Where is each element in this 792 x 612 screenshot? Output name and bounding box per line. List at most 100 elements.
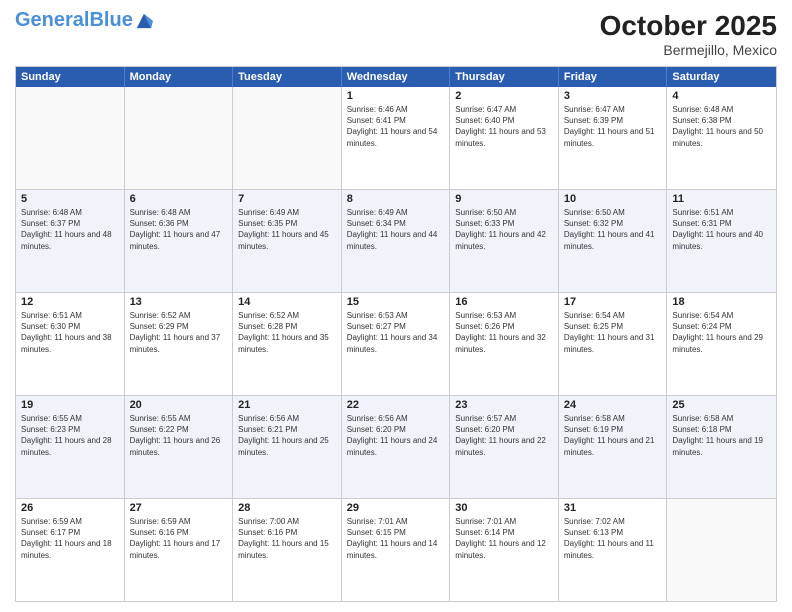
daylight-text: Daylight: 11 hours and 28 minutes. (21, 435, 119, 457)
day-number: 12 (21, 296, 119, 308)
day-number: 2 (455, 90, 553, 102)
daylight-text: Daylight: 11 hours and 53 minutes. (455, 126, 553, 148)
calendar-cell: 25Sunrise: 6:58 AMSunset: 6:18 PMDayligh… (667, 396, 776, 498)
daylight-text: Daylight: 11 hours and 15 minutes. (238, 538, 336, 560)
day-number: 9 (455, 193, 553, 205)
daylight-text: Daylight: 11 hours and 35 minutes. (238, 332, 336, 354)
daylight-text: Daylight: 11 hours and 40 minutes. (672, 229, 771, 251)
sunset-text: Sunset: 6:32 PM (564, 218, 662, 229)
sunrise-text: Sunrise: 6:48 AM (130, 207, 228, 218)
sunrise-text: Sunrise: 6:49 AM (347, 207, 445, 218)
logo-icon (135, 11, 153, 29)
header-sunday: Sunday (16, 67, 125, 87)
sunrise-text: Sunrise: 7:02 AM (564, 516, 662, 527)
day-number: 5 (21, 193, 119, 205)
daylight-text: Daylight: 11 hours and 45 minutes. (238, 229, 336, 251)
sunset-text: Sunset: 6:34 PM (347, 218, 445, 229)
sunrise-text: Sunrise: 6:53 AM (347, 310, 445, 321)
day-number: 30 (455, 502, 553, 514)
sunrise-text: Sunrise: 6:46 AM (347, 104, 445, 115)
day-number: 7 (238, 193, 336, 205)
daylight-text: Daylight: 11 hours and 44 minutes. (347, 229, 445, 251)
sunrise-text: Sunrise: 7:00 AM (238, 516, 336, 527)
calendar-cell: 16Sunrise: 6:53 AMSunset: 6:26 PMDayligh… (450, 293, 559, 395)
day-number: 25 (672, 399, 771, 411)
daylight-text: Daylight: 11 hours and 51 minutes. (564, 126, 662, 148)
daylight-text: Daylight: 11 hours and 18 minutes. (21, 538, 119, 560)
sunrise-text: Sunrise: 6:48 AM (21, 207, 119, 218)
daylight-text: Daylight: 11 hours and 25 minutes. (238, 435, 336, 457)
sunset-text: Sunset: 6:30 PM (21, 321, 119, 332)
calendar-cell: 8Sunrise: 6:49 AMSunset: 6:34 PMDaylight… (342, 190, 451, 292)
calendar-cell (125, 87, 234, 189)
title-block: October 2025 Bermejillo, Mexico (600, 10, 777, 58)
day-number: 4 (672, 90, 771, 102)
sunset-text: Sunset: 6:20 PM (455, 424, 553, 435)
sunrise-text: Sunrise: 6:53 AM (455, 310, 553, 321)
day-number: 14 (238, 296, 336, 308)
sunrise-text: Sunrise: 7:01 AM (455, 516, 553, 527)
sunrise-text: Sunrise: 6:55 AM (130, 413, 228, 424)
calendar-cell: 28Sunrise: 7:00 AMSunset: 6:16 PMDayligh… (233, 499, 342, 601)
logo-text: GeneralBlue (15, 10, 133, 30)
calendar-cell: 13Sunrise: 6:52 AMSunset: 6:29 PMDayligh… (125, 293, 234, 395)
day-number: 10 (564, 193, 662, 205)
sunrise-text: Sunrise: 6:54 AM (564, 310, 662, 321)
sunrise-text: Sunrise: 6:51 AM (21, 310, 119, 321)
calendar-week-5: 26Sunrise: 6:59 AMSunset: 6:17 PMDayligh… (16, 499, 776, 601)
sunset-text: Sunset: 6:14 PM (455, 527, 553, 538)
sunrise-text: Sunrise: 6:47 AM (564, 104, 662, 115)
sunrise-text: Sunrise: 6:59 AM (130, 516, 228, 527)
calendar-cell: 4Sunrise: 6:48 AMSunset: 6:38 PMDaylight… (667, 87, 776, 189)
sunset-text: Sunset: 6:37 PM (21, 218, 119, 229)
sunset-text: Sunset: 6:33 PM (455, 218, 553, 229)
sunrise-text: Sunrise: 6:56 AM (347, 413, 445, 424)
daylight-text: Daylight: 11 hours and 26 minutes. (130, 435, 228, 457)
calendar-cell: 15Sunrise: 6:53 AMSunset: 6:27 PMDayligh… (342, 293, 451, 395)
daylight-text: Daylight: 11 hours and 47 minutes. (130, 229, 228, 251)
header-tuesday: Tuesday (233, 67, 342, 87)
daylight-text: Daylight: 11 hours and 19 minutes. (672, 435, 771, 457)
sunset-text: Sunset: 6:28 PM (238, 321, 336, 332)
calendar-week-4: 19Sunrise: 6:55 AMSunset: 6:23 PMDayligh… (16, 396, 776, 499)
sunset-text: Sunset: 6:15 PM (347, 527, 445, 538)
sunrise-text: Sunrise: 7:01 AM (347, 516, 445, 527)
sunset-text: Sunset: 6:22 PM (130, 424, 228, 435)
calendar-cell: 26Sunrise: 6:59 AMSunset: 6:17 PMDayligh… (16, 499, 125, 601)
calendar-cell: 14Sunrise: 6:52 AMSunset: 6:28 PMDayligh… (233, 293, 342, 395)
calendar-cell (667, 499, 776, 601)
sunrise-text: Sunrise: 6:54 AM (672, 310, 771, 321)
sunset-text: Sunset: 6:40 PM (455, 115, 553, 126)
sunrise-text: Sunrise: 6:56 AM (238, 413, 336, 424)
calendar-cell: 23Sunrise: 6:57 AMSunset: 6:20 PMDayligh… (450, 396, 559, 498)
day-number: 27 (130, 502, 228, 514)
daylight-text: Daylight: 11 hours and 29 minutes. (672, 332, 771, 354)
day-number: 3 (564, 90, 662, 102)
calendar-page: GeneralBlue October 2025 Bermejillo, Mex… (0, 0, 792, 612)
calendar-cell: 18Sunrise: 6:54 AMSunset: 6:24 PMDayligh… (667, 293, 776, 395)
sunset-text: Sunset: 6:31 PM (672, 218, 771, 229)
daylight-text: Daylight: 11 hours and 31 minutes. (564, 332, 662, 354)
sunrise-text: Sunrise: 6:58 AM (672, 413, 771, 424)
location-subtitle: Bermejillo, Mexico (600, 42, 777, 58)
sunrise-text: Sunrise: 6:49 AM (238, 207, 336, 218)
sunset-text: Sunset: 6:20 PM (347, 424, 445, 435)
daylight-text: Daylight: 11 hours and 48 minutes. (21, 229, 119, 251)
sunset-text: Sunset: 6:29 PM (130, 321, 228, 332)
daylight-text: Daylight: 11 hours and 50 minutes. (672, 126, 771, 148)
header-saturday: Saturday (667, 67, 776, 87)
daylight-text: Daylight: 11 hours and 11 minutes. (564, 538, 662, 560)
calendar-grid: Sunday Monday Tuesday Wednesday Thursday… (15, 66, 777, 602)
sunset-text: Sunset: 6:25 PM (564, 321, 662, 332)
daylight-text: Daylight: 11 hours and 41 minutes. (564, 229, 662, 251)
sunrise-text: Sunrise: 6:50 AM (455, 207, 553, 218)
calendar-cell: 24Sunrise: 6:58 AMSunset: 6:19 PMDayligh… (559, 396, 668, 498)
calendar-cell: 2Sunrise: 6:47 AMSunset: 6:40 PMDaylight… (450, 87, 559, 189)
day-number: 1 (347, 90, 445, 102)
calendar-cell: 11Sunrise: 6:51 AMSunset: 6:31 PMDayligh… (667, 190, 776, 292)
daylight-text: Daylight: 11 hours and 37 minutes. (130, 332, 228, 354)
sunset-text: Sunset: 6:26 PM (455, 321, 553, 332)
sunset-text: Sunset: 6:19 PM (564, 424, 662, 435)
sunset-text: Sunset: 6:16 PM (238, 527, 336, 538)
calendar-cell: 21Sunrise: 6:56 AMSunset: 6:21 PMDayligh… (233, 396, 342, 498)
